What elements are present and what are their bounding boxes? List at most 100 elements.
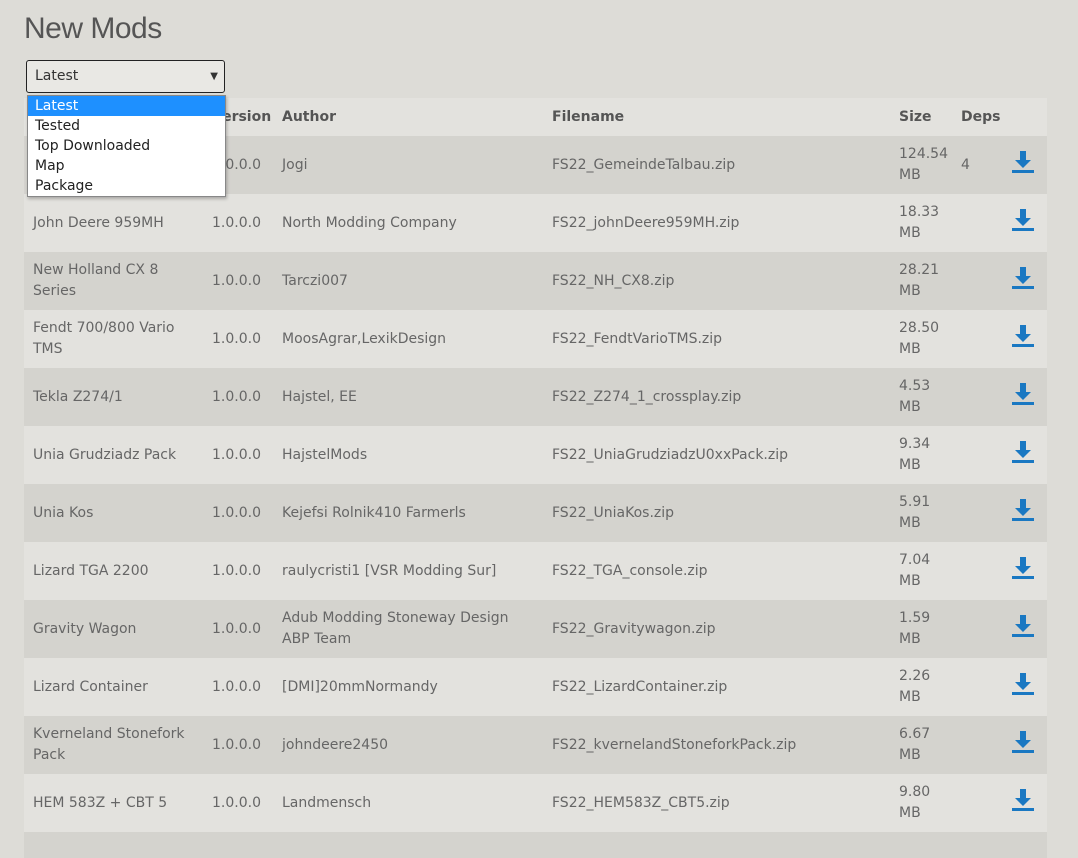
download-icon[interactable] (1011, 498, 1035, 522)
mod-author: MoosAgrar,LexikDesign (273, 310, 543, 368)
table-row: New Holland CX 8 Series 1.0.0.0 Tarczi007 F… (24, 252, 1047, 310)
download-icon[interactable] (1011, 150, 1035, 174)
download-icon[interactable] (1011, 672, 1035, 696)
download-cell (1002, 310, 1047, 368)
header-deps[interactable]: Deps (952, 98, 1002, 136)
download-cell (1002, 426, 1047, 484)
mod-size-unit: MB (899, 805, 921, 821)
mod-deps (952, 716, 1002, 774)
download-cell (1002, 484, 1047, 542)
mod-size-unit: MB (899, 399, 921, 415)
mod-size: 9.34 MB (890, 426, 952, 484)
mod-filename[interactable]: FS22_HEM583Z_CBT5.zip (543, 774, 890, 832)
mod-filename[interactable]: FS22_Z274_1_crossplay.zip (543, 368, 890, 426)
filter-option-tested[interactable]: Tested (28, 116, 225, 136)
download-icon[interactable] (1011, 788, 1035, 812)
header-filename[interactable]: Filename (543, 98, 890, 136)
mod-name[interactable]: Tekla Z274/1 (24, 368, 203, 426)
mod-name[interactable]: Unia Kos (24, 484, 203, 542)
table-row: Kverneland Stonefork Pack 1.0.0.0 johndeer… (24, 716, 1047, 774)
mod-deps (952, 194, 1002, 252)
table-row: Lizard TGA 2200 1.0.0.0 raulycristi1 [VSR … (24, 542, 1047, 600)
page-title: New Mods (24, 12, 162, 45)
table-row: Lizard Container 1.0.0.0 [DMI]20mmNormandy… (24, 658, 1047, 716)
mod-name[interactable]: HEM 583Z + CBT 5 (24, 774, 203, 832)
mod-filename[interactable]: FS22_NH_CX8.zip (543, 252, 890, 310)
download-icon[interactable] (1011, 208, 1035, 232)
mod-name[interactable]: Lizard Container (24, 658, 203, 716)
download-icon[interactable] (1011, 324, 1035, 348)
download-icon[interactable] (1011, 556, 1035, 580)
mod-size-value: 18.33 (899, 204, 940, 220)
mod-size-value: 6.67 (899, 726, 931, 742)
download-icon[interactable] (1011, 614, 1035, 638)
mod-size: 5.91 MB (890, 484, 952, 542)
mod-filename[interactable]: FS22_UniaKos.zip (543, 484, 890, 542)
mod-deps (952, 774, 1002, 832)
mod-deps (952, 310, 1002, 368)
mod-author: Kejefsi Rolnik410 Farmerls (273, 484, 543, 542)
mod-author: Hajstel, EE (273, 368, 543, 426)
mod-size: 6.67 MB (890, 716, 952, 774)
mod-version: 1.0.0.0 (203, 252, 273, 310)
download-cell (1002, 136, 1047, 194)
mod-size: 18.33 MB (890, 194, 952, 252)
mod-author: raulycristi1 [VSR Modding Sur] (273, 542, 543, 600)
mod-version: 1.0.0.0 (203, 600, 273, 658)
filter-option-latest[interactable]: Latest (28, 96, 225, 116)
mod-name[interactable]: John Deere 959MH (24, 194, 203, 252)
mod-author: HajstelMods (273, 426, 543, 484)
mod-size-unit: MB (899, 283, 921, 299)
mod-filename[interactable]: FS22_kvernelandStoneforkPack.zip (543, 716, 890, 774)
mod-size-value: 1.59 (899, 610, 931, 626)
filter-option-package[interactable]: Package (28, 176, 225, 196)
mods-table-container: Version Author Filename Size Deps 1.0.0.… (24, 98, 1047, 858)
download-icon[interactable] (1011, 266, 1035, 290)
mod-size-value: 2.26 (899, 668, 931, 684)
mod-deps (952, 252, 1002, 310)
mod-author: Landmensch (273, 774, 543, 832)
filter-option-top-downloaded[interactable]: Top Downloaded (28, 136, 225, 156)
mod-size: 9.80 MB (890, 774, 952, 832)
mod-size-unit: MB (899, 631, 921, 647)
download-icon[interactable] (1011, 730, 1035, 754)
mod-author: Tarczi007 (273, 252, 543, 310)
header-size[interactable]: Size (890, 98, 952, 136)
mod-size: 124.54 MB (890, 136, 952, 194)
download-cell (1002, 542, 1047, 600)
mod-version: 1.0.0.0 (203, 658, 273, 716)
download-cell (1002, 194, 1047, 252)
mod-size: 28.50 MB (890, 310, 952, 368)
mods-table: Version Author Filename Size Deps 1.0.0.… (24, 98, 1047, 832)
mod-filename[interactable]: FS22_LizardContainer.zip (543, 658, 890, 716)
table-row: Tekla Z274/1 1.0.0.0 Hajstel, EE FS22_Z274_… (24, 368, 1047, 426)
mods-table-body: 1.0.0.0 Jogi FS22_GemeindeTalbau.zip 124.54… (24, 136, 1047, 832)
mod-filename[interactable]: FS22_TGA_console.zip (543, 542, 890, 600)
mod-name[interactable]: Fendt 700/800 Vario TMS (24, 310, 203, 368)
mod-size-unit: MB (899, 689, 921, 705)
mod-filename[interactable]: FS22_FendtVarioTMS.zip (543, 310, 890, 368)
header-download (1002, 98, 1047, 136)
table-row: Fendt 700/800 Vario TMS 1.0.0.0 MoosAgrar,… (24, 310, 1047, 368)
filter-select[interactable]: Latest ▼ (26, 60, 225, 93)
download-icon[interactable] (1011, 440, 1035, 464)
mod-filename[interactable]: FS22_Gravitywagon.zip (543, 600, 890, 658)
mod-name[interactable]: Gravity Wagon (24, 600, 203, 658)
header-author[interactable]: Author (273, 98, 543, 136)
mod-name[interactable]: Lizard TGA 2200 (24, 542, 203, 600)
mod-filename[interactable]: FS22_UniaGrudziadzU0xxPack.zip (543, 426, 890, 484)
mod-filename[interactable]: FS22_johnDeere959MH.zip (543, 194, 890, 252)
mod-name[interactable]: New Holland CX 8 Series (24, 252, 203, 310)
download-icon[interactable] (1011, 382, 1035, 406)
mod-size-value: 124.54 (899, 146, 948, 162)
mod-version: 1.0.0.0 (203, 194, 273, 252)
download-cell (1002, 368, 1047, 426)
filter-option-map[interactable]: Map (28, 156, 225, 176)
mod-name[interactable]: Unia Grudziadz Pack (24, 426, 203, 484)
mod-filename[interactable]: FS22_GemeindeTalbau.zip (543, 136, 890, 194)
mod-size-value: 9.34 (899, 436, 931, 452)
mod-version: 1.0.0.0 (203, 426, 273, 484)
mod-name[interactable]: Kverneland Stonefork Pack (24, 716, 203, 774)
table-row: Unia Grudziadz Pack 1.0.0.0 HajstelMods FS2… (24, 426, 1047, 484)
download-cell (1002, 600, 1047, 658)
